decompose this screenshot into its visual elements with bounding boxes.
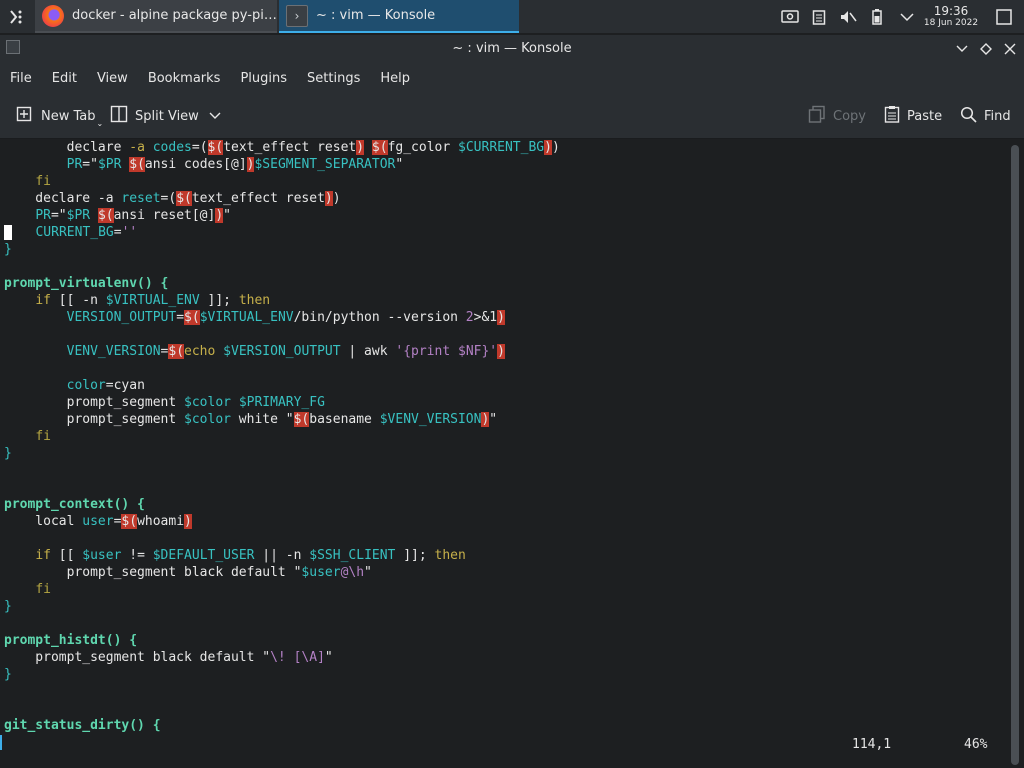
clock-date: 18 Jun 2022: [923, 18, 979, 28]
code-line: prompt_segment black default "\! [\A]": [4, 650, 333, 665]
code-line: VERSION_OUTPUT=$($VIRTUAL_ENV/bin/python…: [66, 310, 505, 325]
application-launcher-icon[interactable]: [2, 4, 30, 30]
battery-icon[interactable]: [866, 0, 888, 33]
screen-capture-icon[interactable]: [778, 0, 802, 33]
menu-file[interactable]: File: [0, 71, 42, 86]
code-line: if [[ -n $VIRTUAL_ENV ]]; then: [35, 293, 271, 308]
code-line: fi: [35, 582, 51, 597]
maximize-icon[interactable]: [976, 39, 996, 59]
copy-icon: [808, 105, 826, 127]
code-line: prompt_segment $color white "$(basename …: [4, 412, 498, 427]
close-icon[interactable]: [1000, 39, 1020, 59]
toolbar: New Tab ⌄ Split View Copy Paste Find: [0, 93, 1024, 139]
code-line: }: [4, 599, 12, 614]
code-line: }: [4, 242, 12, 257]
task-firefox[interactable]: docker - alpine package py-pip m...: [35, 0, 277, 33]
menu-bookmarks[interactable]: Bookmarks: [138, 71, 231, 86]
tray-expand-icon[interactable]: [896, 0, 918, 33]
task-konsole-label: ~ : vim — Konsole: [316, 8, 436, 23]
command-line[interactable]: [0, 734, 2, 751]
code-line: }: [4, 667, 12, 682]
copy-button[interactable]: Copy: [808, 102, 866, 130]
task-konsole[interactable]: › ~ : vim — Konsole: [279, 0, 519, 33]
text-cursor: [4, 225, 12, 240]
split-view-button[interactable]: Split View: [110, 102, 221, 130]
code-line: PR="$PR $(ansi reset[@])": [35, 208, 231, 223]
menubar: File Edit View Bookmarks Plugins Setting…: [0, 63, 1024, 93]
menu-plugins[interactable]: Plugins: [230, 71, 297, 86]
split-view-dropdown-icon[interactable]: [209, 109, 221, 124]
window-titlebar[interactable]: ~ : vim — Konsole: [0, 35, 1024, 63]
new-tab-icon: [16, 105, 34, 127]
menu-view[interactable]: View: [87, 71, 138, 86]
code-line: declare -a reset=($(text_effect reset)): [4, 191, 341, 206]
paste-icon: [884, 105, 900, 127]
terminal-scrollbar[interactable]: [1008, 139, 1024, 768]
new-tab-label: New Tab: [41, 108, 96, 124]
taskbar: docker - alpine package py-pip m... › ~ …: [0, 0, 1024, 33]
code-line: prompt_segment $color $PRIMARY_FG: [4, 395, 325, 410]
code-line: CURRENT_BG='': [4, 224, 137, 241]
find-label: Find: [984, 108, 1011, 124]
code-line: prompt_histdt() {: [4, 633, 138, 648]
task-firefox-label: docker - alpine package py-pip m...: [72, 8, 277, 23]
firefox-icon: [42, 4, 64, 27]
code-line: git_status_dirty() {: [4, 718, 161, 733]
copy-label: Copy: [833, 108, 866, 124]
scrollbar-thumb[interactable]: [1011, 145, 1019, 765]
vim-scroll-percent: 46%: [964, 737, 988, 752]
code-line: prompt_virtualenv() {: [4, 276, 169, 291]
terminal-view[interactable]: declare -a codes=($(text_effect reset) $…: [0, 139, 1008, 768]
menu-settings[interactable]: Settings: [297, 71, 370, 86]
split-view-label: Split View: [135, 108, 199, 124]
split-view-icon: [110, 105, 128, 127]
minimize-icon[interactable]: [952, 39, 972, 59]
vim-cursor-position: 114,1: [852, 737, 892, 752]
konsole-icon: ›: [286, 4, 308, 27]
volume-muted-icon[interactable]: [836, 0, 860, 33]
show-desktop-icon[interactable]: [992, 0, 1016, 33]
search-icon: [960, 106, 977, 127]
code-line: local user=$(whoami): [4, 514, 192, 529]
new-tab-dropdown-icon[interactable]: ⌄: [97, 119, 104, 128]
code-line: PR="$PR $(ansi codes[@])$SEGMENT_SEPARAT…: [66, 157, 404, 172]
code-line: }: [4, 446, 12, 461]
code-line: VENV_VERSION=$(echo $VERSION_OUTPUT | aw…: [66, 344, 505, 359]
find-button[interactable]: Find: [960, 102, 1011, 130]
paste-label: Paste: [907, 108, 943, 124]
code-line: declare -a codes=($(text_effect reset) $…: [66, 140, 560, 155]
code-line: prompt_segment black default "$user@\h": [4, 565, 372, 580]
code-line: color=cyan: [66, 378, 145, 393]
paste-button[interactable]: Paste: [884, 102, 942, 130]
code-line: prompt_context() {: [4, 497, 145, 512]
code-line: fi: [35, 429, 51, 444]
window-title: ~ : vim — Konsole: [452, 41, 572, 56]
clipboard-icon[interactable]: [808, 0, 830, 33]
new-tab-button[interactable]: New Tab ⌄: [16, 102, 103, 130]
menu-help[interactable]: Help: [370, 71, 420, 86]
cmd-cursor: [0, 735, 2, 750]
clock-time: 19:36: [933, 4, 969, 18]
code-line: if [[ $user != $DEFAULT_USER || -n $SSH_…: [35, 548, 466, 563]
code-line: fi: [35, 174, 51, 189]
menu-edit[interactable]: Edit: [42, 71, 87, 86]
clock[interactable]: 19:36 18 Jun 2022: [920, 5, 982, 28]
